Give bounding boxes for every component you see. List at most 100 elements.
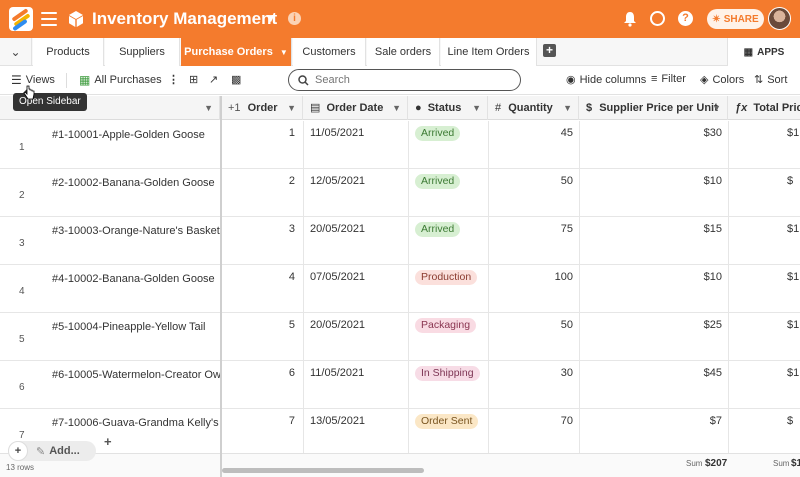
record-name[interactable]: #2-10002-Banana-Golden Goose (52, 177, 215, 189)
supplier-price-cell[interactable]: $25 (580, 313, 729, 361)
column-header-supplier-price[interactable]: $ Supplier Price per Unit ▼ (580, 96, 728, 120)
order-cell[interactable]: 1 (222, 121, 304, 169)
table-row[interactable]: 2 #2-10002-Banana-Golden Goose 2 12/05/2021… (0, 169, 800, 217)
hide-columns-button[interactable]: ◉ Hide columns (566, 73, 646, 87)
quantity-cell[interactable]: 70 (489, 409, 580, 457)
menu-icon[interactable] (41, 12, 57, 26)
status-cell[interactable]: Arrived (409, 121, 489, 169)
apps-button[interactable]: ▦ APPS (727, 38, 800, 66)
tab-suppliers[interactable]: Suppliers (105, 38, 180, 66)
total-price-cell[interactable]: $1,0 (729, 265, 800, 313)
record-name[interactable]: #5-10004-Pineapple-Yellow Tail (52, 321, 206, 333)
tab-line-item-orders[interactable]: Line Item Orders (441, 38, 537, 66)
table-row[interactable]: 6 #6-10005-Watermelon-Creator Owl 6 11/05/2… (0, 361, 800, 409)
order-cell[interactable]: 2 (222, 169, 304, 217)
tab-customers[interactable]: Customers (293, 38, 366, 66)
order-date-cell[interactable]: 07/05/2021 (304, 265, 409, 313)
share-view-icon[interactable]: ↗ (209, 73, 218, 86)
order-cell[interactable]: 5 (222, 313, 304, 361)
app-logo-icon[interactable] (9, 7, 33, 31)
primary-cell[interactable]: 4 #4-10002-Banana-Golden Goose (0, 265, 220, 313)
search-bar[interactable] (288, 69, 521, 91)
primary-cell[interactable]: 5 #5-10004-Pineapple-Yellow Tail (0, 313, 220, 361)
chevron-down-icon[interactable]: ▼ (712, 96, 721, 120)
order-cell[interactable]: 4 (222, 265, 304, 313)
print-icon[interactable]: ▩ (231, 73, 241, 86)
column-header-total-price[interactable]: ƒx Total Pric (729, 96, 800, 120)
column-header-status[interactable]: ● Status ▼ (409, 96, 488, 120)
table-row[interactable]: 5 #5-10004-Pineapple-Yellow Tail 5 20/05/20… (0, 313, 800, 361)
total-price-cell[interactable]: $1, (729, 121, 800, 169)
record-name[interactable]: #1-10001-Apple-Golden Goose (52, 129, 205, 141)
tab-sale-orders[interactable]: Sale orders (367, 38, 440, 66)
add-record-button[interactable]: + ✎ Add... (8, 441, 96, 461)
chevron-down-icon[interactable]: ▼ (287, 96, 296, 120)
order-date-cell[interactable]: 20/05/2021 (304, 313, 409, 361)
tab-products[interactable]: Products (33, 38, 104, 66)
total-price-cell[interactable]: $ (729, 169, 800, 217)
order-date-cell[interactable]: 20/05/2021 (304, 217, 409, 265)
chevron-down-icon[interactable]: ▼ (472, 96, 481, 120)
total-price-cell[interactable]: $ (729, 409, 800, 457)
chevron-down-icon[interactable]: ▼ (265, 11, 277, 25)
bell-icon[interactable] (623, 11, 637, 27)
order-date-cell[interactable]: 12/05/2021 (304, 169, 409, 217)
order-cell[interactable]: 7 (222, 409, 304, 457)
frozen-column-divider[interactable] (220, 96, 222, 477)
search-input[interactable] (315, 74, 505, 86)
avatar[interactable] (768, 7, 791, 30)
share-button[interactable]: ✴ SHARE (707, 9, 764, 29)
status-cell[interactable]: Packaging (409, 313, 489, 361)
chevron-down-icon[interactable]: ▼ (563, 96, 572, 120)
record-name[interactable]: #4-10002-Banana-Golden Goose (52, 273, 215, 285)
tab-purchase-orders[interactable]: Purchase Orders ▼ (181, 38, 292, 66)
order-cell[interactable]: 3 (222, 217, 304, 265)
primary-cell[interactable]: 3 #3-10003-Orange-Nature's Basket (0, 217, 220, 265)
add-tab-icon[interactable]: + (543, 44, 556, 57)
total-price-cell[interactable]: $1,2 (729, 313, 800, 361)
sort-button[interactable]: ⇅ Sort (754, 73, 787, 87)
quantity-cell[interactable]: 45 (489, 121, 580, 169)
column-header-order-date[interactable]: ▤ Order Date ▼ (304, 96, 408, 120)
filter-button[interactable]: ≡ Filter (651, 73, 686, 85)
history-icon[interactable] (650, 11, 665, 26)
chevron-down-icon[interactable]: ▼ (204, 96, 213, 120)
order-date-cell[interactable]: 11/05/2021 (304, 121, 409, 169)
total-price-cell[interactable]: $1,3 (729, 361, 800, 409)
quantity-cell[interactable]: 75 (489, 217, 580, 265)
record-name[interactable]: #7-10006-Guava-Grandma Kelly's (52, 417, 219, 429)
order-date-cell[interactable]: 13/05/2021 (304, 409, 409, 457)
colors-button[interactable]: ◈ Colors (700, 73, 744, 87)
quantity-cell[interactable]: 50 (489, 169, 580, 217)
quantity-cell[interactable]: 30 (489, 361, 580, 409)
table-row[interactable]: 1 #1-10001-Apple-Golden Goose 1 11/05/2021 A… (0, 121, 800, 169)
view-selector[interactable]: ▦ All Purchases (79, 73, 162, 87)
supplier-price-cell[interactable]: $30 (580, 121, 729, 169)
primary-cell[interactable]: 1 #1-10001-Apple-Golden Goose (0, 121, 220, 169)
supplier-price-cell[interactable]: $10 (580, 265, 729, 313)
info-icon[interactable]: i (288, 12, 301, 25)
supplier-price-cell[interactable]: $45 (580, 361, 729, 409)
status-cell[interactable]: In Shipping (409, 361, 489, 409)
status-cell[interactable]: Arrived (409, 217, 489, 265)
table-row[interactable]: 4 #4-10002-Banana-Golden Goose 4 07/05/2021… (0, 265, 800, 313)
primary-cell[interactable]: 6 #6-10005-Watermelon-Creator Owl (0, 361, 220, 409)
table-row[interactable]: 7 #7-10006-Guava-Grandma Kelly's 7 13/05/20… (0, 409, 800, 457)
add-group-icon[interactable]: + (104, 434, 112, 449)
primary-cell[interactable]: 2 #2-10002-Banana-Golden Goose (0, 169, 220, 217)
status-cell[interactable]: Production (409, 265, 489, 313)
column-header-quantity[interactable]: # Quantity ▼ (489, 96, 579, 120)
status-cell[interactable]: Order Sent (409, 409, 489, 457)
chevron-down-icon[interactable]: ▼ (392, 96, 401, 120)
record-name[interactable]: #3-10003-Orange-Nature's Basket (52, 225, 220, 237)
chevron-down-icon[interactable]: ▼ (280, 48, 288, 57)
view-settings-icon[interactable]: ⊞ (189, 73, 198, 86)
total-price-cell[interactable]: $1, (729, 217, 800, 265)
order-cell[interactable]: 6 (222, 361, 304, 409)
quantity-cell[interactable]: 50 (489, 313, 580, 361)
record-name[interactable]: #6-10005-Watermelon-Creator Owl (52, 369, 220, 381)
order-date-cell[interactable]: 11/05/2021 (304, 361, 409, 409)
supplier-price-cell[interactable]: $15 (580, 217, 729, 265)
status-cell[interactable]: Arrived (409, 169, 489, 217)
help-icon[interactable]: ? (678, 11, 693, 26)
